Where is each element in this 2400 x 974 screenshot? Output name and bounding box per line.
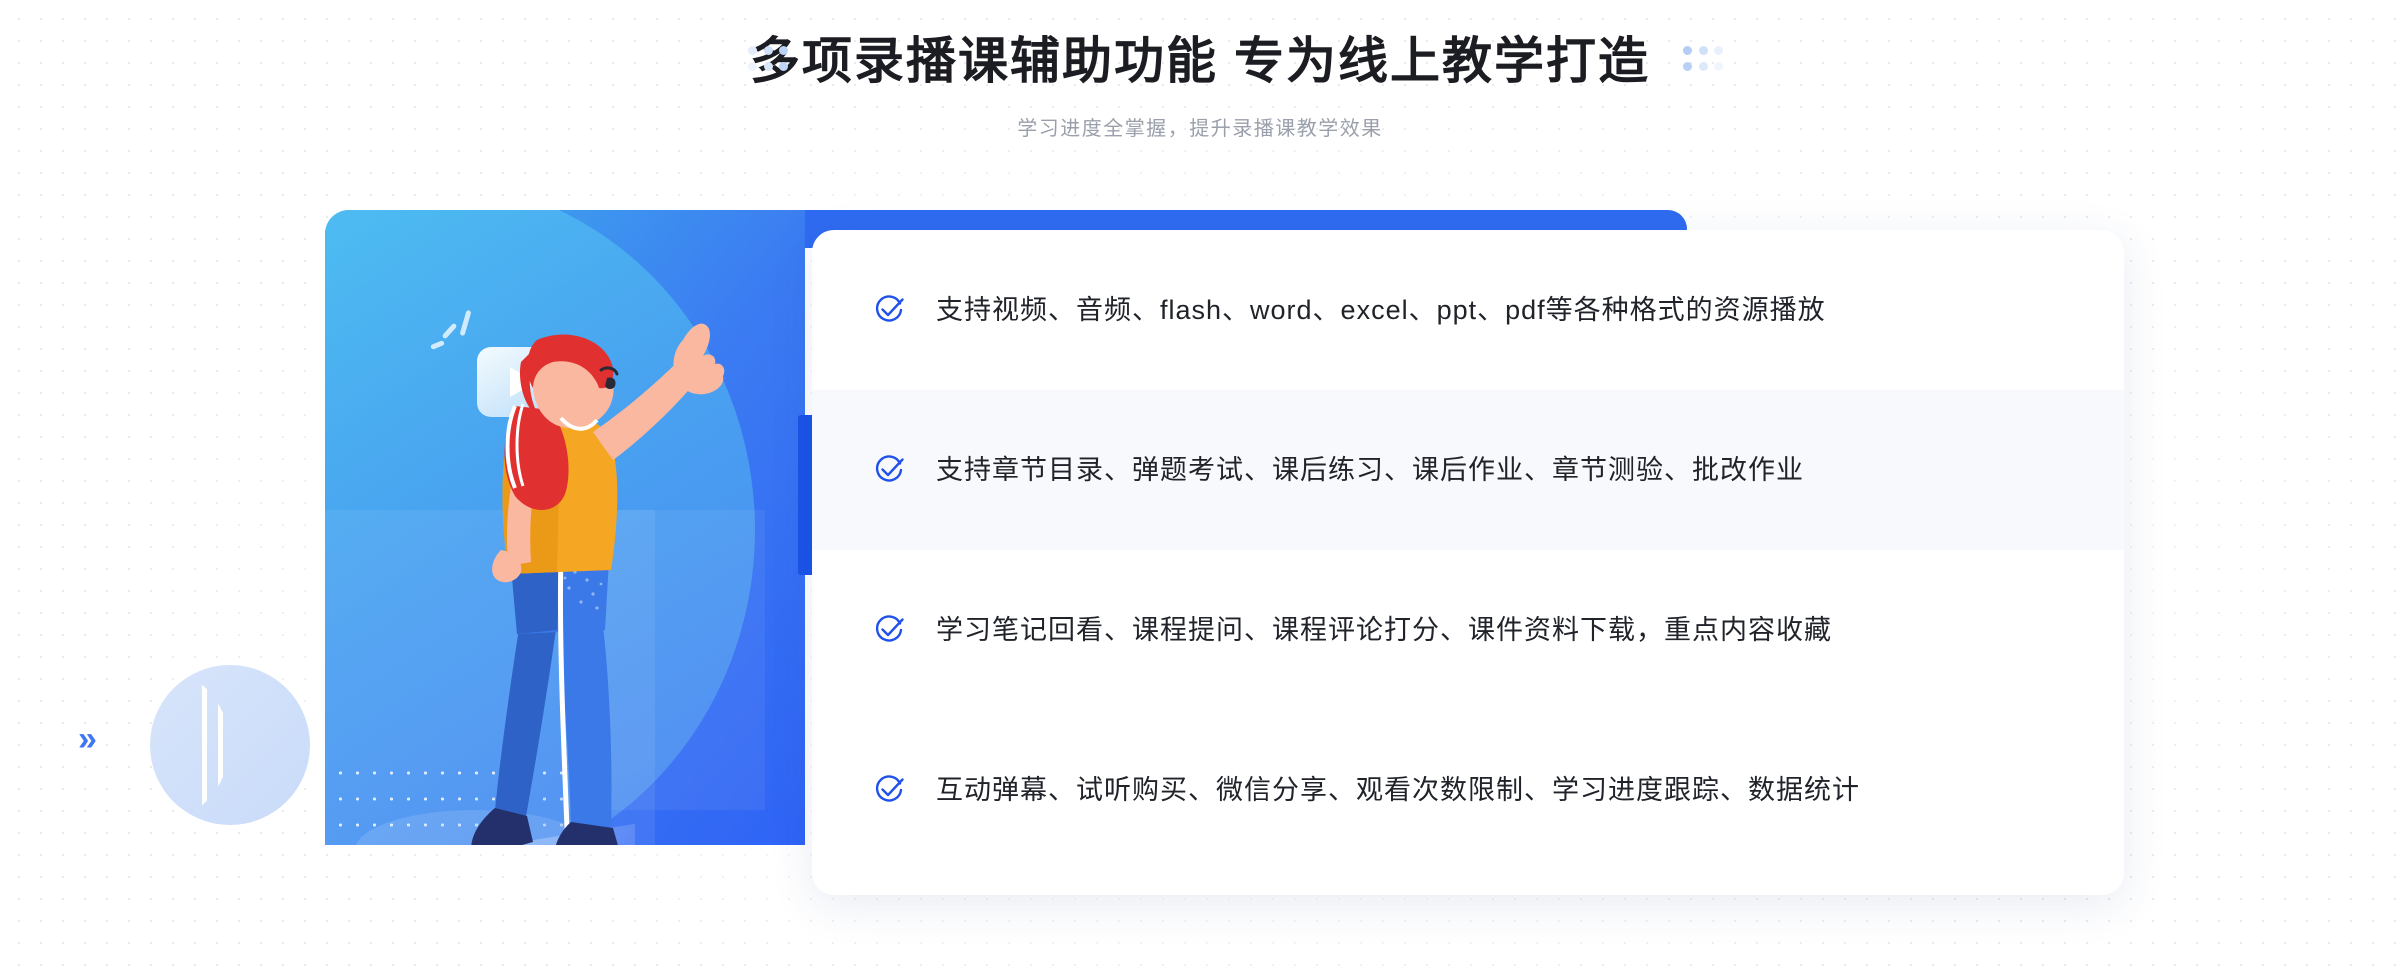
page-subtitle: 学习进度全掌握，提升录播课教学效果 <box>1017 118 1383 140</box>
chevron-right-icon: » <box>78 720 97 758</box>
dot-grid-right-icon <box>1683 46 1727 74</box>
feature-row-3[interactable]: 学习笔记回看、课程提问、课程评论打分、课件资料下载，重点内容收藏 <box>812 550 2124 710</box>
check-circle-icon <box>872 453 906 487</box>
feature-label: 支持章节目录、弹题考试、课后练习、课后作业、章节测验、批改作业 <box>936 454 1804 485</box>
page-header: 多项录播课辅助功能 专为线上教学打造 学习进度全掌握，提升录播课教学效果 <box>0 0 2400 185</box>
page-title: 多项录播课辅助功能 专为线上教学打造 <box>750 33 1650 89</box>
illustration-panel: « <box>325 210 805 845</box>
check-circle-icon <box>872 293 906 327</box>
check-circle-icon <box>872 613 906 647</box>
feature-row-1[interactable]: 支持视频、音频、flash、word、excel、ppt、pdf等各种格式的资源… <box>812 230 2124 390</box>
feature-label: 互动弹幕、试听购买、微信分享、观看次数限制、学习进度跟踪、数据统计 <box>936 774 1860 805</box>
feature-row-2[interactable]: 支持章节目录、弹题考试、课后练习、课后作业、章节测验、批改作业 <box>812 390 2124 550</box>
illustration-person <box>355 323 725 845</box>
feature-list-card: 支持视频、音频、flash、word、excel、ppt、pdf等各种格式的资源… <box>812 230 2124 895</box>
decorative-circle-stripes <box>202 665 310 825</box>
dot-grid-left-icon <box>748 46 792 74</box>
check-circle-icon <box>872 773 906 807</box>
feature-row-4[interactable]: 互动弹幕、试听购买、微信分享、观看次数限制、学习进度跟踪、数据统计 <box>812 710 2124 870</box>
feature-label: 支持视频、音频、flash、word、excel、ppt、pdf等各种格式的资源… <box>936 294 1826 325</box>
feature-label: 学习笔记回看、课程提问、课程评论打分、课件资料下载，重点内容收藏 <box>936 614 1832 645</box>
